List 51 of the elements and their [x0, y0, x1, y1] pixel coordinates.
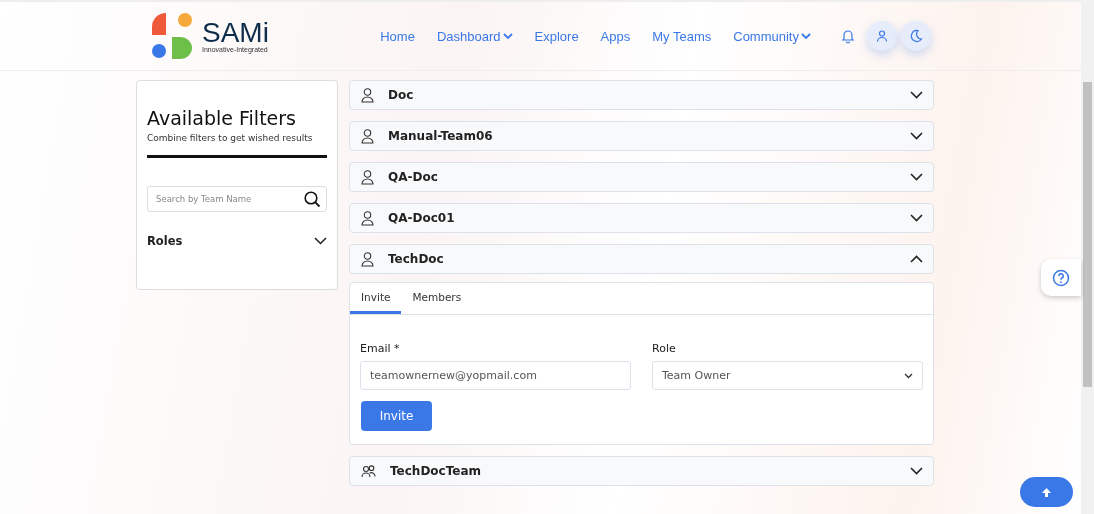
chevron-icon[interactable]	[910, 173, 923, 181]
scrollbar-thumb[interactable]	[1083, 82, 1092, 387]
nav-link[interactable]: My Teams	[652, 28, 712, 44]
filters-title: Available Filters	[147, 107, 297, 129]
profile-button[interactable]	[867, 21, 897, 51]
chevron-icon[interactable]	[910, 255, 923, 263]
search-icon[interactable]	[304, 191, 321, 208]
chevron-icon[interactable]	[314, 237, 327, 245]
tab[interactable]: Members	[401, 283, 473, 314]
team-accordion-header[interactable]: TechDocTeam	[349, 456, 934, 486]
team-accordion-header[interactable]: Manual-Team06	[349, 121, 934, 151]
logo-name: SAMi	[202, 19, 269, 46]
bell-icon[interactable]	[840, 28, 856, 44]
tab[interactable]: Invite	[350, 283, 402, 314]
nav-link[interactable]: Home	[380, 28, 415, 44]
moon-icon[interactable]	[909, 29, 923, 43]
scrollbar[interactable]	[1081, 0, 1094, 514]
person-icon	[361, 210, 374, 226]
role-label: Role	[652, 342, 677, 355]
team-accordion-header[interactable]: QA-Doc01	[349, 203, 934, 233]
filter-section-label[interactable]: Roles	[147, 234, 183, 248]
chevron-icon[interactable]	[910, 132, 923, 140]
caret-icon[interactable]	[904, 372, 913, 379]
person-icon	[361, 169, 374, 185]
role-select[interactable]: Team Owner	[652, 361, 923, 390]
chevron-icon[interactable]	[910, 91, 923, 99]
team-accordion-header[interactable]: QA-Doc	[349, 162, 934, 192]
person-icon	[361, 128, 374, 144]
person-icon	[361, 251, 374, 267]
help-button[interactable]	[1041, 259, 1081, 296]
invite-button[interactable]: Invite	[361, 401, 432, 431]
team-accordion-header[interactable]: TechDoc	[349, 244, 934, 274]
filters-subtitle: Combine filters to get wished results	[147, 133, 314, 143]
help-icon[interactable]	[1052, 268, 1070, 287]
team-accordion-header[interactable]: Doc	[349, 80, 934, 110]
scroll-top-button[interactable]	[1020, 477, 1073, 507]
nav-link[interactable]: Dashboard	[436, 28, 513, 44]
logo-icon	[152, 13, 194, 59]
group-icon	[361, 464, 376, 478]
user-icon[interactable]	[875, 29, 889, 43]
person-icon	[361, 87, 374, 103]
email-label: Email *	[360, 342, 401, 355]
arrow-up-icon[interactable]	[1041, 486, 1052, 498]
nav-link[interactable]: Apps	[600, 28, 631, 44]
dark-mode-button[interactable]	[901, 21, 931, 51]
email-field[interactable]: teamownernew@yopmail.com	[360, 361, 631, 390]
nav-link[interactable]: Community	[733, 28, 811, 44]
chevron-icon[interactable]	[910, 467, 923, 475]
nav-link[interactable]: Explore	[534, 28, 579, 44]
search-field[interactable]: Search by Team Name	[147, 186, 327, 212]
chevron-icon[interactable]	[910, 214, 923, 222]
